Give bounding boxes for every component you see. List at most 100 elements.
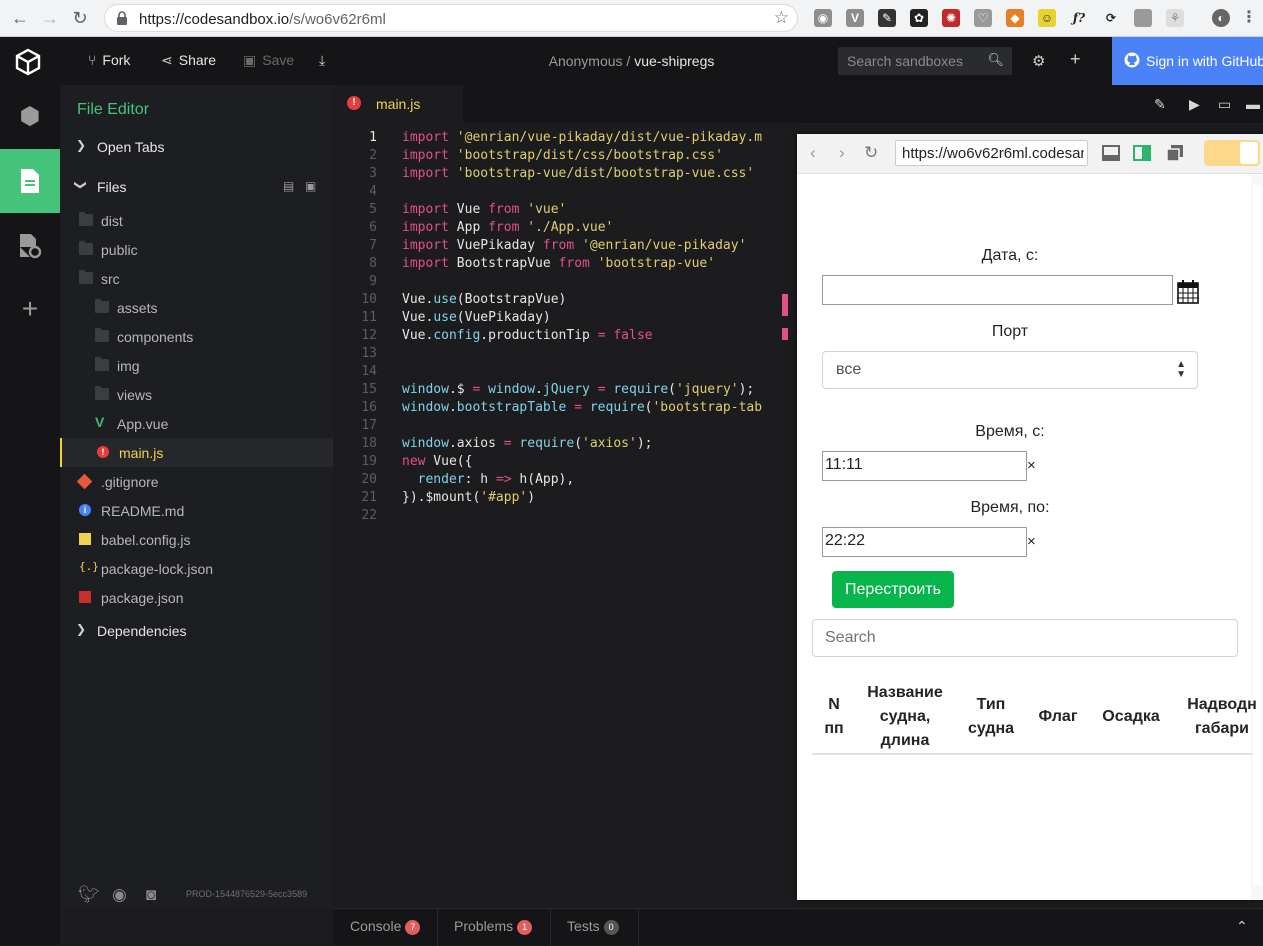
folder-icon [95, 328, 109, 342]
layout-icon[interactable]: ▬ [1246, 96, 1260, 112]
folder-item[interactable]: views [60, 380, 333, 409]
vue-devtools-extension-icon[interactable]: V [846, 9, 864, 27]
line-number: 22 [361, 508, 377, 523]
extension-icon[interactable]: ✿ [910, 9, 928, 27]
profile-avatar[interactable]: ◐ [1212, 9, 1230, 27]
extension-icon[interactable]: ⟳ [1102, 9, 1120, 27]
rebuild-button[interactable]: Перестроить [832, 571, 954, 608]
deployment-button[interactable] [0, 213, 60, 277]
preview-url-input[interactable]: https://wo6v62r6ml.codesandbox.io/ [895, 140, 1088, 166]
back-icon[interactable]: ‹ [810, 143, 816, 163]
extension-icon[interactable]: ⚘ [1166, 9, 1184, 27]
tests-tab[interactable]: Tests 0 [567, 918, 619, 938]
github-icon [1124, 52, 1140, 68]
clear-time-from-button[interactable]: × [1027, 457, 1036, 474]
file-editor-button[interactable] [0, 149, 60, 213]
discord-icon[interactable]: ◙ [146, 885, 156, 905]
back-icon[interactable]: ← [8, 6, 32, 30]
file-item[interactable]: package.json [60, 583, 333, 612]
bottom-status-bar: Console 7 Problems 1 Tests 0 ⌃ [333, 908, 1263, 946]
layout-side-icon[interactable] [1133, 144, 1151, 162]
plus-icon: + [1070, 49, 1081, 69]
prettify-icon[interactable]: ✎ [1154, 96, 1166, 113]
new-sandbox-button[interactable]: + [1070, 49, 1087, 70]
camera-extension-icon[interactable]: ◉ [814, 9, 832, 27]
folder-icon [95, 386, 109, 400]
bookmark-star-icon[interactable]: ☆ [774, 8, 789, 28]
calendar-icon[interactable] [1177, 280, 1199, 304]
code-line: new Vue({ [402, 454, 473, 469]
extension-icon[interactable]: ☺ [1038, 9, 1056, 27]
preview-toggle[interactable] [1204, 140, 1260, 166]
line-number: 15 [361, 382, 377, 397]
line-number: 17 [361, 418, 377, 433]
new-folder-icon[interactable]: ▣ [305, 179, 316, 193]
folder-item[interactable]: assets [60, 293, 333, 322]
dependencies-section[interactable]: ❯ Dependencies [60, 616, 333, 645]
table-column-header[interactable]: Осадка [1091, 705, 1171, 729]
menu-dots-icon[interactable]: ⋮ [1240, 9, 1258, 27]
folder-item[interactable]: dist [60, 206, 333, 235]
tree-item-label: components [117, 329, 194, 345]
new-file-icon[interactable]: ▤ [283, 179, 294, 193]
date-from-input[interactable] [822, 275, 1173, 305]
extension-icon[interactable]: ƒ? [1070, 9, 1088, 27]
table-column-header[interactable]: Тип судна [961, 693, 1021, 741]
tab-main-js[interactable]: ! main.js [333, 85, 463, 123]
new-window-icon[interactable] [1166, 144, 1184, 162]
extension-icon[interactable]: ♡ [974, 9, 992, 27]
tree-item-label: App.vue [117, 416, 169, 432]
table-column-header[interactable]: Флаг [1028, 705, 1088, 729]
preview-scrollbar[interactable] [1251, 175, 1263, 900]
refresh-icon[interactable]: ↻ [864, 143, 878, 163]
terminal-icon[interactable]: ▭ [1218, 96, 1231, 113]
address-bar[interactable]: https://codesandbox.io/s/wo6v62r6ml ☆ [104, 4, 798, 32]
expand-panel-button[interactable]: ⌃ [1236, 918, 1248, 938]
folder-item[interactable]: src [60, 264, 333, 293]
layout-bottom-icon[interactable] [1102, 144, 1120, 162]
table-column-header[interactable]: Название судна, длина [860, 681, 950, 753]
file-item[interactable]: .gitignore [60, 467, 333, 496]
table-column-header[interactable]: Nпп [814, 693, 854, 741]
search-sandboxes-input[interactable]: Search sandboxes 🔍︎ [838, 47, 1012, 75]
extension-icon[interactable]: ✺ [942, 9, 960, 27]
file-item[interactable]: V App.vue [60, 409, 333, 438]
preview-window-icon[interactable]: ▶ [1189, 96, 1200, 113]
tree-item-label: public [101, 242, 138, 258]
line-number: 3 [369, 166, 377, 181]
code-line: window.axios = require('axios'); [402, 436, 653, 451]
github-icon[interactable]: ◉ [112, 885, 127, 905]
twitter-icon[interactable]: 🐦︎ [78, 885, 100, 905]
extension-icon[interactable]: ✎ [878, 9, 896, 27]
time-from-input[interactable]: 11:11 [822, 451, 1027, 481]
table-column-header[interactable]: Надводн габари [1177, 693, 1263, 741]
project-info-button[interactable]: ⬢ [0, 85, 60, 149]
forward-icon[interactable]: › [839, 143, 845, 163]
problems-tab[interactable]: Problems 1 [454, 918, 533, 938]
sign-in-github-button[interactable]: Sign in with GitHub [1112, 37, 1263, 85]
console-tab[interactable]: Console 7 [350, 918, 421, 938]
forward-icon[interactable]: → [38, 6, 62, 30]
time-to-input[interactable]: 22:22 [822, 527, 1027, 557]
settings-button[interactable]: ⚙ [1032, 52, 1051, 70]
reload-icon[interactable]: ↻ [68, 6, 92, 30]
extension-icon[interactable]: ◆ [1006, 9, 1024, 27]
folder-item[interactable]: public [60, 235, 333, 264]
file-item[interactable]: {.} package-lock.json [60, 554, 333, 583]
port-select[interactable]: все ▲ ▼ [822, 351, 1198, 389]
folder-item[interactable]: components [60, 322, 333, 351]
header-text-line: судна, [879, 708, 931, 725]
file-item[interactable]: i README.md [60, 496, 333, 525]
table-search-input[interactable]: Search [812, 619, 1238, 657]
code-line: import App from './App.vue' [402, 220, 614, 235]
code-area[interactable]: 1 import '@enrian/vue-pikaday/dist/vue-pi… [333, 123, 797, 908]
clear-time-to-button[interactable]: × [1027, 533, 1036, 550]
open-tabs-section[interactable]: ❯ Open Tabs [60, 132, 333, 161]
files-section[interactable]: ❯ Files ▤ ▣ [60, 172, 333, 201]
add-button[interactable]: + [0, 277, 60, 341]
file-item[interactable]: ! main.js [60, 438, 333, 467]
code-line: Vue.use(BootstrapVue) [402, 292, 567, 307]
extension-icon[interactable] [1134, 9, 1152, 27]
file-item[interactable]: babel.config.js [60, 525, 333, 554]
folder-item[interactable]: img [60, 351, 333, 380]
